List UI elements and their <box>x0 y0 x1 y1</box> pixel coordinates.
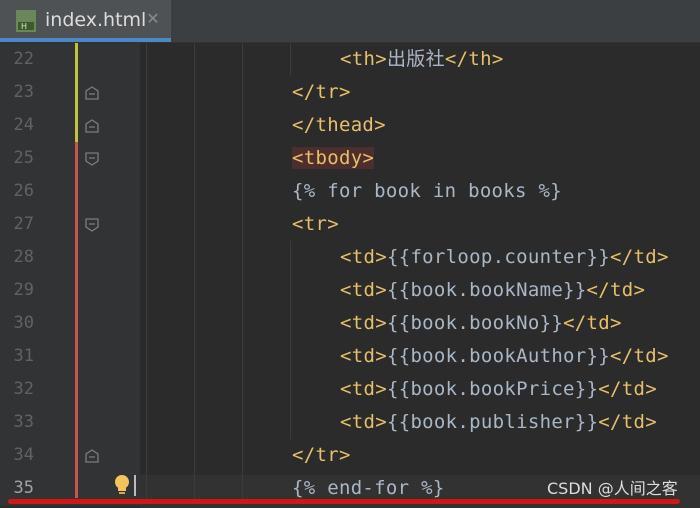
vcs-changed-marker <box>75 142 78 498</box>
indent-guide <box>242 43 243 506</box>
fold-start-icon[interactable] <box>85 218 99 232</box>
text-caret <box>134 475 136 496</box>
html-tag: </tr> <box>292 81 351 103</box>
line-number: 28 <box>13 247 34 267</box>
html-tag: </td> <box>610 246 669 268</box>
html-tag: <td> <box>340 279 387 301</box>
indent-guide <box>290 241 291 439</box>
html-tag: </td> <box>586 279 646 301</box>
annotation-underline <box>8 499 680 504</box>
html-tag: </td> <box>610 345 669 367</box>
template-text: {{book.publisher}} <box>386 411 599 433</box>
html-tag: <td> <box>340 378 387 400</box>
line-number: 33 <box>13 412 34 432</box>
template-text: 出版社 <box>386 48 445 70</box>
code-line[interactable]: <td>{{book.bookAuthor}}</td> <box>340 340 669 373</box>
fold-end-icon[interactable] <box>85 86 99 100</box>
vcs-modified-marker <box>75 43 78 142</box>
indent-guide <box>290 43 291 76</box>
line-number: 29 <box>13 280 34 300</box>
code-line[interactable]: <th>出版社</th> <box>340 43 504 76</box>
line-number: 31 <box>13 346 34 366</box>
tab-label: index.html <box>45 9 147 31</box>
code-line[interactable]: </thead> <box>292 109 386 142</box>
template-text: {{book.bookName}} <box>386 279 587 301</box>
line-number: 22 <box>13 49 34 69</box>
code-line[interactable]: <tr> <box>292 208 339 241</box>
line-number: 24 <box>13 115 34 135</box>
line-number: 30 <box>13 313 34 333</box>
line-number: 23 <box>13 82 34 102</box>
line-number: 27 <box>13 214 34 234</box>
indent-guide <box>194 43 195 506</box>
code-line[interactable]: {% for book in books %} <box>292 175 562 208</box>
watermark: CSDN @人间之客 <box>547 479 678 498</box>
html-tag: </thead> <box>292 114 386 136</box>
code-editor[interactable]: <th>出版社</th> </tr> </thead> <tbody> {% for b… <box>140 43 700 508</box>
line-number: 32 <box>13 379 34 399</box>
html-tag: </td> <box>598 411 657 433</box>
tab-index-html[interactable]: H index.html ✕ <box>0 0 171 42</box>
close-tab-icon[interactable]: ✕ <box>145 9 161 29</box>
html-tag: <td> <box>340 312 387 334</box>
svg-text:H: H <box>21 22 27 31</box>
template-text: {% for book in books %} <box>292 180 562 202</box>
active-tab-indicator <box>0 38 171 42</box>
fold-end-icon[interactable] <box>85 449 99 463</box>
fold-start-icon[interactable] <box>85 152 99 166</box>
template-text: {% end-for %} <box>292 477 445 499</box>
html-tag: </tr> <box>292 444 351 466</box>
html-file-icon: H <box>16 10 36 32</box>
html-tag: <tbody> <box>292 147 375 169</box>
template-text: {{book.bookPrice}} <box>386 378 599 400</box>
html-tag: </td> <box>598 378 657 400</box>
code-line[interactable]: </tr> <box>292 76 351 109</box>
template-text: {{forloop.counter}} <box>386 246 611 268</box>
html-tag: <td> <box>340 246 387 268</box>
html-tag: </td> <box>563 312 622 334</box>
indent-guide <box>146 43 147 506</box>
template-text: {{book.bookAuthor}} <box>386 345 611 367</box>
code-line[interactable]: <tbody> <box>292 142 375 175</box>
line-number: 26 <box>13 181 34 201</box>
line-number: 25 <box>13 148 34 168</box>
editor-tab-bar: H index.html ✕ <box>0 0 700 43</box>
code-line[interactable]: <td>{{book.bookNo}}</td> <box>340 307 622 340</box>
lightbulb-icon[interactable] <box>113 474 131 496</box>
html-tag: <th> <box>340 48 387 70</box>
code-line[interactable]: <td>{{book.publisher}}</td> <box>340 406 657 439</box>
line-number: 34 <box>13 445 34 465</box>
code-line[interactable]: </tr> <box>292 439 351 472</box>
code-line[interactable]: <td>{{book.bookName}}</td> <box>340 274 645 307</box>
html-tag: <td> <box>340 411 387 433</box>
fold-end-icon[interactable] <box>85 119 99 133</box>
code-line[interactable]: <td>{{forloop.counter}}</td> <box>340 241 669 274</box>
html-tag: <tr> <box>292 213 339 235</box>
html-tag: </th> <box>444 48 504 70</box>
html-tag: <td> <box>340 345 387 367</box>
code-line[interactable]: <td>{{book.bookPrice}}</td> <box>340 373 657 406</box>
template-text: {{book.bookNo}} <box>386 312 564 334</box>
